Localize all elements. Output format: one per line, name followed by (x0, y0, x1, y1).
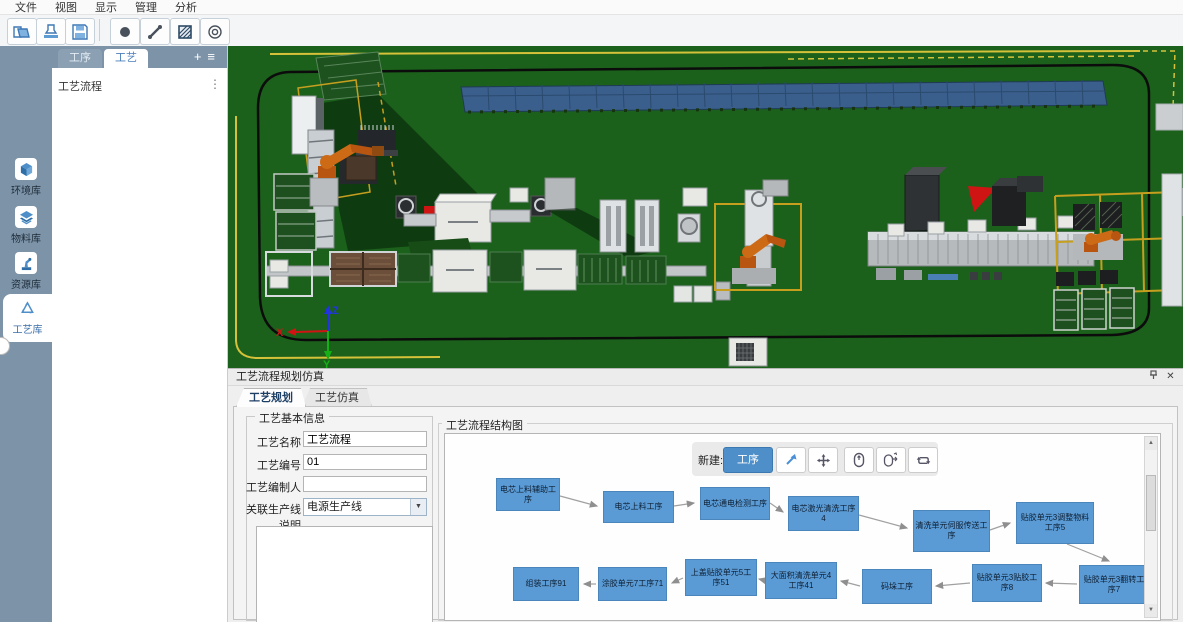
process-name-input[interactable] (303, 431, 427, 447)
flow-node[interactable]: 组装工序91 (513, 567, 579, 601)
close-icon[interactable]: ✕ (1163, 370, 1178, 384)
scroll-down-icon[interactable]: ▼ (1145, 604, 1157, 617)
description-textarea[interactable] (256, 526, 433, 622)
process-name-label: 工艺名称 (249, 434, 301, 450)
sidebar-item-environment[interactable]: 环境库 (0, 158, 52, 206)
scroll-up-icon[interactable]: ▲ (1145, 437, 1157, 450)
menu-display[interactable]: 显示 (86, 0, 126, 15)
move-icon[interactable] (808, 447, 838, 473)
flow-group-title: 工艺流程结构图 (442, 417, 527, 433)
axis-x-label: X (276, 327, 284, 339)
flowchart-vertical-scrollbar[interactable]: ▲ ▼ (1144, 436, 1158, 618)
loop-icon[interactable] (908, 447, 938, 473)
sidebar-item-material[interactable]: 物料库 (0, 206, 52, 254)
flow-node[interactable]: 电芯上料辅助工序 (496, 478, 560, 511)
sidebar-item-resource[interactable]: 资源库 (0, 252, 52, 300)
flowchart-canvas[interactable]: 新建: 工序 (444, 433, 1161, 621)
flow-node[interactable]: 码垛工序 (862, 569, 932, 604)
pin-icon[interactable] (1146, 370, 1161, 384)
line-icon[interactable] (140, 18, 170, 45)
mouse-pan-icon[interactable] (876, 447, 906, 473)
sidebar-item-label: 资源库 (0, 276, 52, 291)
process-planning-page: 工艺基本信息 工艺名称 工艺编号 工艺编制人 关联生产线 电源生产线 ▼ 说明 … (233, 406, 1178, 620)
process-author-label: 工艺编制人 (243, 479, 301, 495)
menu-bar: 文件 视图 显示 管理 分析 (0, 0, 1183, 15)
library-panel: 工序 工艺 +≡ 工艺流程 ⋮ (52, 46, 228, 622)
arrow-ne-icon[interactable] (776, 447, 806, 473)
target-circle-icon[interactable] (200, 18, 230, 45)
axis-z-label: Z (332, 305, 339, 317)
flow-node[interactable]: 电芯通电检测工序 (700, 487, 770, 520)
panel-header[interactable]: 工艺流程规划仿真 ✕ (228, 369, 1183, 386)
viewport-3d-scene[interactable]: X Z Y (228, 46, 1183, 368)
toolbar-separator (99, 19, 100, 41)
process-code-label: 工艺编号 (249, 457, 301, 473)
robot-arm-icon (15, 252, 37, 274)
related-line-value: 电源生产线 (307, 501, 362, 513)
tab-process-simulation[interactable]: 工艺仿真 (302, 388, 372, 407)
chevron-down-icon: ▼ (410, 499, 426, 515)
viewport-3d[interactable]: X Z Y (228, 46, 1183, 368)
point-icon[interactable] (110, 18, 140, 45)
panel-title: 工艺流程规划仿真 (236, 371, 324, 383)
group-title: 工艺基本信息 (255, 410, 329, 426)
mouse-scroll-icon[interactable] (844, 447, 874, 473)
sidebar-item-label: 环境库 (0, 182, 52, 197)
flow-node[interactable]: 电芯上料工序 (603, 491, 674, 523)
main-toolbar (0, 15, 1183, 47)
process-planning-panel: 工艺流程规划仿真 ✕ 工艺规划 工艺仿真 工艺基本信息 工艺名称 工艺编号 工艺… (228, 368, 1183, 622)
layers-icon (15, 206, 37, 228)
menu-icon[interactable]: ≡ (207, 49, 221, 64)
related-line-select[interactable]: 电源生产线 ▼ (303, 498, 427, 516)
process-info-group: 工艺基本信息 工艺名称 工艺编号 工艺编制人 关联生产线 电源生产线 ▼ 说明 (246, 416, 433, 621)
flow-node[interactable]: 贴胶单元3翻转工序7 (1079, 565, 1149, 604)
add-icon[interactable]: + (194, 49, 208, 64)
flowchart-toolbar: 新建: 工序 (692, 442, 938, 476)
stamp-icon[interactable] (36, 18, 66, 45)
menu-view[interactable]: 视图 (46, 0, 86, 15)
tab-process[interactable]: 工艺 (104, 49, 148, 68)
cube-icon (15, 158, 37, 180)
flow-node[interactable]: 大面积清洗单元4工序41 (765, 562, 837, 599)
recycle-icon (17, 297, 39, 319)
tab-process-planning[interactable]: 工艺规划 (236, 388, 306, 407)
flow-node[interactable]: 贴胶单元3调整物料工序5 (1016, 502, 1094, 544)
new-label: 新建: (698, 452, 723, 468)
application-window: 文件 视图 显示 管理 分析 (0, 0, 1183, 622)
bottom-center-machine[interactable] (729, 338, 767, 366)
axis-y-label: Y (323, 359, 331, 368)
tab-process-step[interactable]: 工序 (58, 49, 102, 68)
new-process-step-button[interactable]: 工序 (723, 447, 773, 473)
sidebar-item-label: 工艺库 (3, 321, 52, 336)
sidebar-item-process[interactable]: 工艺库 (3, 294, 52, 342)
library-panel-actions: +≡ (194, 49, 221, 64)
robot-right[interactable] (1073, 230, 1123, 260)
flow-node[interactable]: 贴胶单元3贴胶工序8 (972, 564, 1042, 602)
open-folder-icon[interactable] (7, 18, 37, 45)
sidebar-item-label: 物料库 (0, 230, 52, 245)
scrollbar-thumb[interactable] (1146, 475, 1156, 531)
flow-node[interactable]: 上盖贴胶单元5工序51 (685, 559, 757, 596)
related-line-label: 关联生产线 (243, 501, 301, 517)
save-icon[interactable] (65, 18, 95, 45)
menu-file[interactable]: 文件 (6, 0, 46, 15)
process-author-input[interactable] (303, 476, 427, 492)
process-code-input[interactable] (303, 454, 427, 470)
library-sidebar: 环境库 物料库 资源库 工艺库 (0, 46, 52, 622)
flow-node[interactable]: 涂胶单元7工序71 (598, 567, 667, 601)
hatch-rect-icon[interactable] (170, 18, 200, 45)
tree-item-label: 工艺流程 (58, 81, 102, 93)
tree-item-process-flow[interactable]: 工艺流程 ⋮ (58, 78, 223, 94)
flow-node[interactable]: 电芯激光清洗工序4 (788, 496, 859, 531)
menu-manage[interactable]: 管理 (126, 0, 166, 15)
menu-analyze[interactable]: 分析 (166, 0, 206, 15)
library-tab-strip: 工序 工艺 +≡ (52, 46, 227, 68)
kebab-menu-icon[interactable]: ⋮ (209, 77, 221, 91)
flow-node[interactable]: 清洗单元伺服传送工序 (913, 510, 990, 552)
